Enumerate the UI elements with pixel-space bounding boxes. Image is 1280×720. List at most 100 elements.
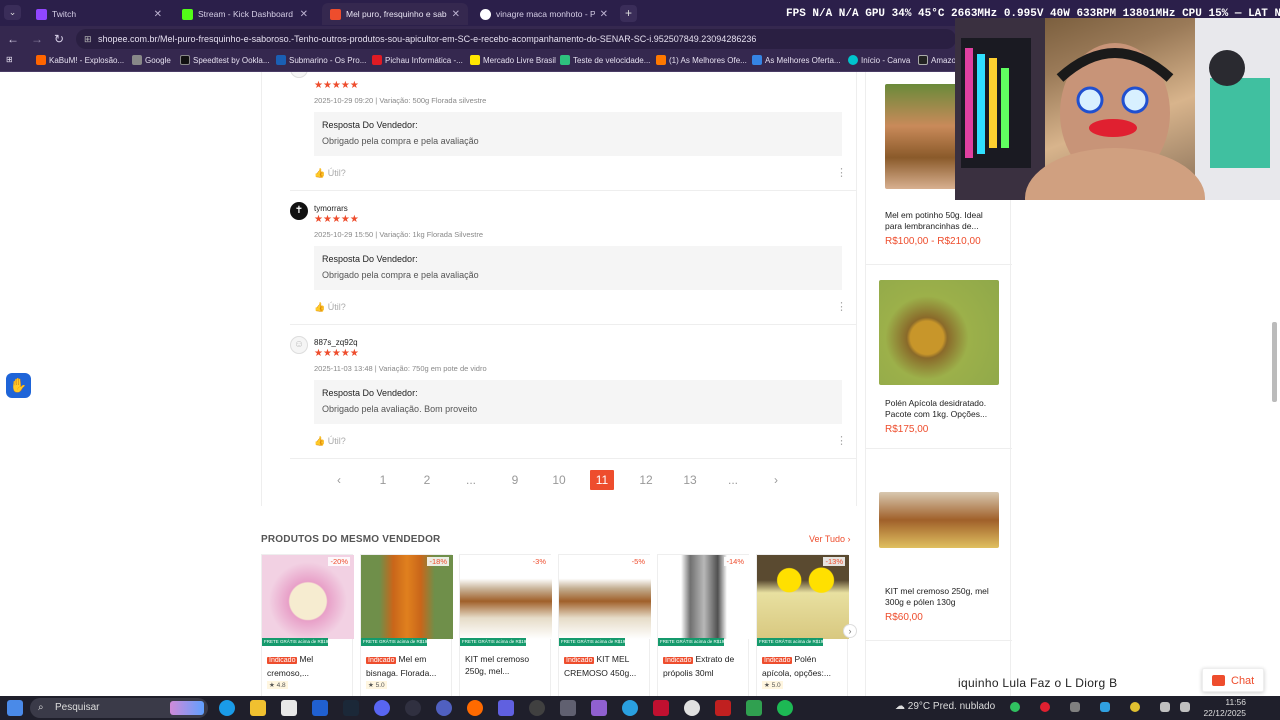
more-options-icon[interactable]: ⋮ xyxy=(836,166,847,179)
chrome-icon[interactable] xyxy=(684,700,700,716)
sidebar-product[interactable]: Polén Apícola desidratado. Pacote com 1k… xyxy=(879,280,1001,450)
product-card[interactable]: -14% FRETE GRÁTIS acima de R$19 Indicado… xyxy=(657,554,750,696)
product-card[interactable]: -18% FRETE GRÁTIS acima de R$19 Indicado… xyxy=(360,554,453,696)
wifi-icon[interactable] xyxy=(1160,702,1170,712)
page-button[interactable]: 9 xyxy=(503,470,527,490)
apps-icon[interactable]: ⊞ xyxy=(6,55,13,64)
bookmark-icon xyxy=(276,55,286,65)
obs-icon[interactable] xyxy=(405,700,421,716)
teams-icon[interactable] xyxy=(498,700,514,716)
pagination-next[interactable]: › xyxy=(764,470,788,490)
edge-icon[interactable] xyxy=(219,700,235,716)
bookmark-pichau[interactable]: Pichau Informática -... xyxy=(372,55,463,65)
product-image xyxy=(262,555,354,639)
useful-button[interactable]: 👍 Útil? xyxy=(314,436,346,447)
windows-start-icon[interactable] xyxy=(7,700,23,716)
product-name: KIT mel cremoso 250g, mel... xyxy=(465,653,549,677)
bookmark-mercadolivre[interactable]: Mercado Livre Brasil xyxy=(470,55,556,65)
app-icon[interactable] xyxy=(715,700,731,716)
page-button[interactable]: 12 xyxy=(634,470,658,490)
bookmark-canva[interactable]: Início - Canva xyxy=(848,55,910,65)
tab-twitch[interactable]: Twitch ✕ xyxy=(28,3,170,25)
tab-search-icon[interactable]: ⌄ xyxy=(4,5,21,20)
taskbar-clock[interactable]: 11:56 22/12/2025 xyxy=(1200,697,1246,719)
reload-icon[interactable]: ↻ xyxy=(51,31,67,47)
seller-reply-title: Resposta Do Vendedor: xyxy=(322,120,418,130)
volume-icon[interactable] xyxy=(1180,702,1190,712)
useful-button[interactable]: 👍 Útil? xyxy=(314,302,346,313)
bookmark-label: Google xyxy=(145,55,171,65)
store-icon[interactable] xyxy=(281,700,297,716)
pagination: ‹ 1 2 ... 9 10 11 12 13 ... › xyxy=(261,470,857,492)
weather-widget[interactable]: ☁ 29°C Pred. nublado xyxy=(895,701,995,712)
steam-icon[interactable] xyxy=(343,700,359,716)
bookmark-speedtest2[interactable]: Teste de velocidade... xyxy=(560,55,650,65)
close-icon[interactable]: ✕ xyxy=(600,9,608,20)
carousel-next-icon[interactable]: › xyxy=(843,624,857,638)
close-icon[interactable]: ✕ xyxy=(452,9,460,20)
chat-button[interactable]: Chat xyxy=(1202,668,1264,692)
sidebar-product[interactable]: KIT mel cremoso 250g, mel 300g e pólen 1… xyxy=(879,492,1001,642)
discord-icon[interactable] xyxy=(374,700,390,716)
avatar: ☺ xyxy=(290,72,308,78)
app-icon[interactable] xyxy=(746,700,762,716)
firefox-icon[interactable] xyxy=(467,700,483,716)
product-card[interactable]: -20% FRETE GRÁTIS acima de R$19 Indicado… xyxy=(261,554,354,696)
taskbar-search[interactable]: ⌕ Pesquisar xyxy=(30,698,208,718)
app-icon[interactable] xyxy=(591,700,607,716)
app-icon[interactable] xyxy=(436,700,452,716)
useful-button[interactable]: 👍 Útil? xyxy=(314,168,346,179)
page-button[interactable]: 10 xyxy=(547,470,571,490)
tab-google-search[interactable]: vinagre maca monhoto - Pesquisa ✕ xyxy=(472,3,616,25)
review-username: tymorrars xyxy=(314,204,348,213)
bookmark-google[interactable]: Google xyxy=(132,55,171,65)
product-card[interactable]: -13% FRETE GRÁTIS acima de R$19 Indicado… xyxy=(756,554,849,696)
site-info-icon[interactable]: ⊞ xyxy=(84,29,92,49)
spotify-icon[interactable] xyxy=(777,700,793,716)
discount-badge: -20% xyxy=(328,557,350,566)
close-icon[interactable]: ✕ xyxy=(300,9,308,20)
forward-icon[interactable]: → xyxy=(29,31,45,47)
tray-icon[interactable] xyxy=(1010,702,1020,712)
bookmark-ofertas2[interactable]: As Melhores Oferta... xyxy=(752,55,841,65)
telegram-icon[interactable] xyxy=(622,700,638,716)
new-tab-button[interactable]: + xyxy=(620,5,637,22)
discount-badge: -14% xyxy=(724,557,746,566)
bookmark-submarino[interactable]: Submarino - Os Pro... xyxy=(276,55,366,65)
more-options-icon[interactable]: ⋮ xyxy=(836,434,847,447)
page-button[interactable]: 1 xyxy=(371,470,395,490)
bookmark-amazon[interactable]: Amazon xyxy=(918,55,960,65)
back-icon[interactable]: ← xyxy=(5,31,21,47)
app-icon[interactable] xyxy=(653,700,669,716)
product-card[interactable]: -5% FRETE GRÁTIS acima de R$19 Indicado K… xyxy=(558,554,651,696)
app-icon[interactable] xyxy=(560,700,576,716)
shopee-icon xyxy=(330,8,341,20)
pagination-prev[interactable]: ‹ xyxy=(327,470,351,490)
page-button[interactable]: 2 xyxy=(415,470,439,490)
app-icon[interactable] xyxy=(529,700,545,716)
tray-icon[interactable] xyxy=(1130,702,1140,712)
close-icon[interactable]: ✕ xyxy=(154,9,162,20)
bookmark-label: Speedtest by Ookla... xyxy=(193,55,270,65)
more-options-icon[interactable]: ⋮ xyxy=(836,300,847,313)
tray-icon[interactable] xyxy=(1040,702,1050,712)
see-all-link[interactable]: Ver Tudo › xyxy=(809,534,851,544)
tab-kick[interactable]: Stream - Kick Dashboard ✕ xyxy=(174,3,316,25)
bookmark-icon xyxy=(752,55,762,65)
bookmark-kabum[interactable]: KaBuM! - Explosão... xyxy=(36,55,124,65)
bookmark-ofertas[interactable]: (1) As Melhores Ofe... xyxy=(656,55,747,65)
file-explorer-icon[interactable] xyxy=(250,700,266,716)
product-rating: ★ 4.8 xyxy=(267,681,288,689)
tray-icon[interactable] xyxy=(1100,702,1110,712)
outlook-icon[interactable] xyxy=(312,700,328,716)
scrollbar-thumb[interactable] xyxy=(1272,322,1277,402)
page-ellipsis: ... xyxy=(727,473,738,487)
tray-icon[interactable] xyxy=(1070,702,1080,712)
product-card[interactable]: -3% FRETE GRÁTIS acima de R$19 KIT mel c… xyxy=(459,554,552,696)
page-button-current[interactable]: 11 xyxy=(590,470,614,490)
bookmark-speedtest[interactable]: Speedtest by Ookla... xyxy=(180,55,270,65)
tab-shopee[interactable]: Mel puro, fresquinho e saboroso ✕ xyxy=(322,3,468,25)
accessibility-icon[interactable]: ✋ xyxy=(6,373,31,398)
page-button[interactable]: 13 xyxy=(678,470,702,490)
address-bar[interactable]: ⊞ shopee.com.br/Mel-puro-fresquinho-e-sa… xyxy=(76,29,956,49)
